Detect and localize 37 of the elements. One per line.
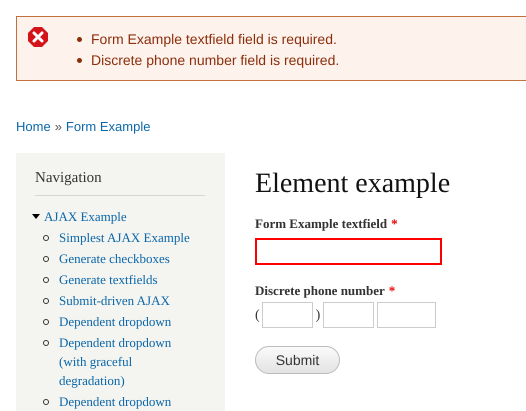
sidebar-title: Navigation [35,167,205,196]
error-message: Discrete phone number field is required. [91,51,340,70]
nav-link[interactable]: Simplest AJAX Example [59,228,194,246]
nav-link[interactable]: Dependent dropdown (with graceful degradation) [59,332,194,390]
breadcrumb-link[interactable]: Form Example [66,118,150,136]
error-icon [27,26,49,48]
phone-input-field[interactable] [377,302,436,328]
bullet-icon [77,58,82,63]
field-label: Form Example textfield [255,215,388,233]
parenthesis: ) [316,306,320,324]
nav-link[interactable]: AJAX Example [44,206,127,226]
field-label: Discrete phone number [255,282,385,300]
nav-link[interactable]: Dependent dropdown [59,312,194,330]
required-marker: * [391,215,398,233]
bullet-icon [77,37,82,42]
bullet-icon [43,276,49,282]
phone-input-field[interactable] [323,302,374,328]
parenthesis: ( [255,306,260,324]
required-marker: * [388,282,396,300]
submit-button[interactable]: Submit [255,346,340,374]
nav-link[interactable]: Generate checkboxes [59,248,194,268]
expanded-icon[interactable] [32,214,40,218]
page-title: Element example [255,167,450,201]
bullet-icon [43,298,49,304]
bullet-icon [43,398,49,404]
breadcrumb-link[interactable]: Home [16,118,51,136]
text-input-field[interactable] [255,238,442,264]
nav-link[interactable]: Generate textfields [59,270,194,288]
breadcrumb-separator: » [54,118,62,136]
bullet-icon [43,234,49,240]
nav-link[interactable]: Dependent dropdown [59,392,194,410]
nav-link[interactable]: Submit-driven AJAX [59,290,194,310]
bullet-icon [43,340,49,346]
bullet-icon [43,318,49,324]
phone-input-field[interactable] [262,302,313,328]
error-message: Form Example textfield field is required. [91,30,337,49]
bullet-icon [43,256,49,262]
